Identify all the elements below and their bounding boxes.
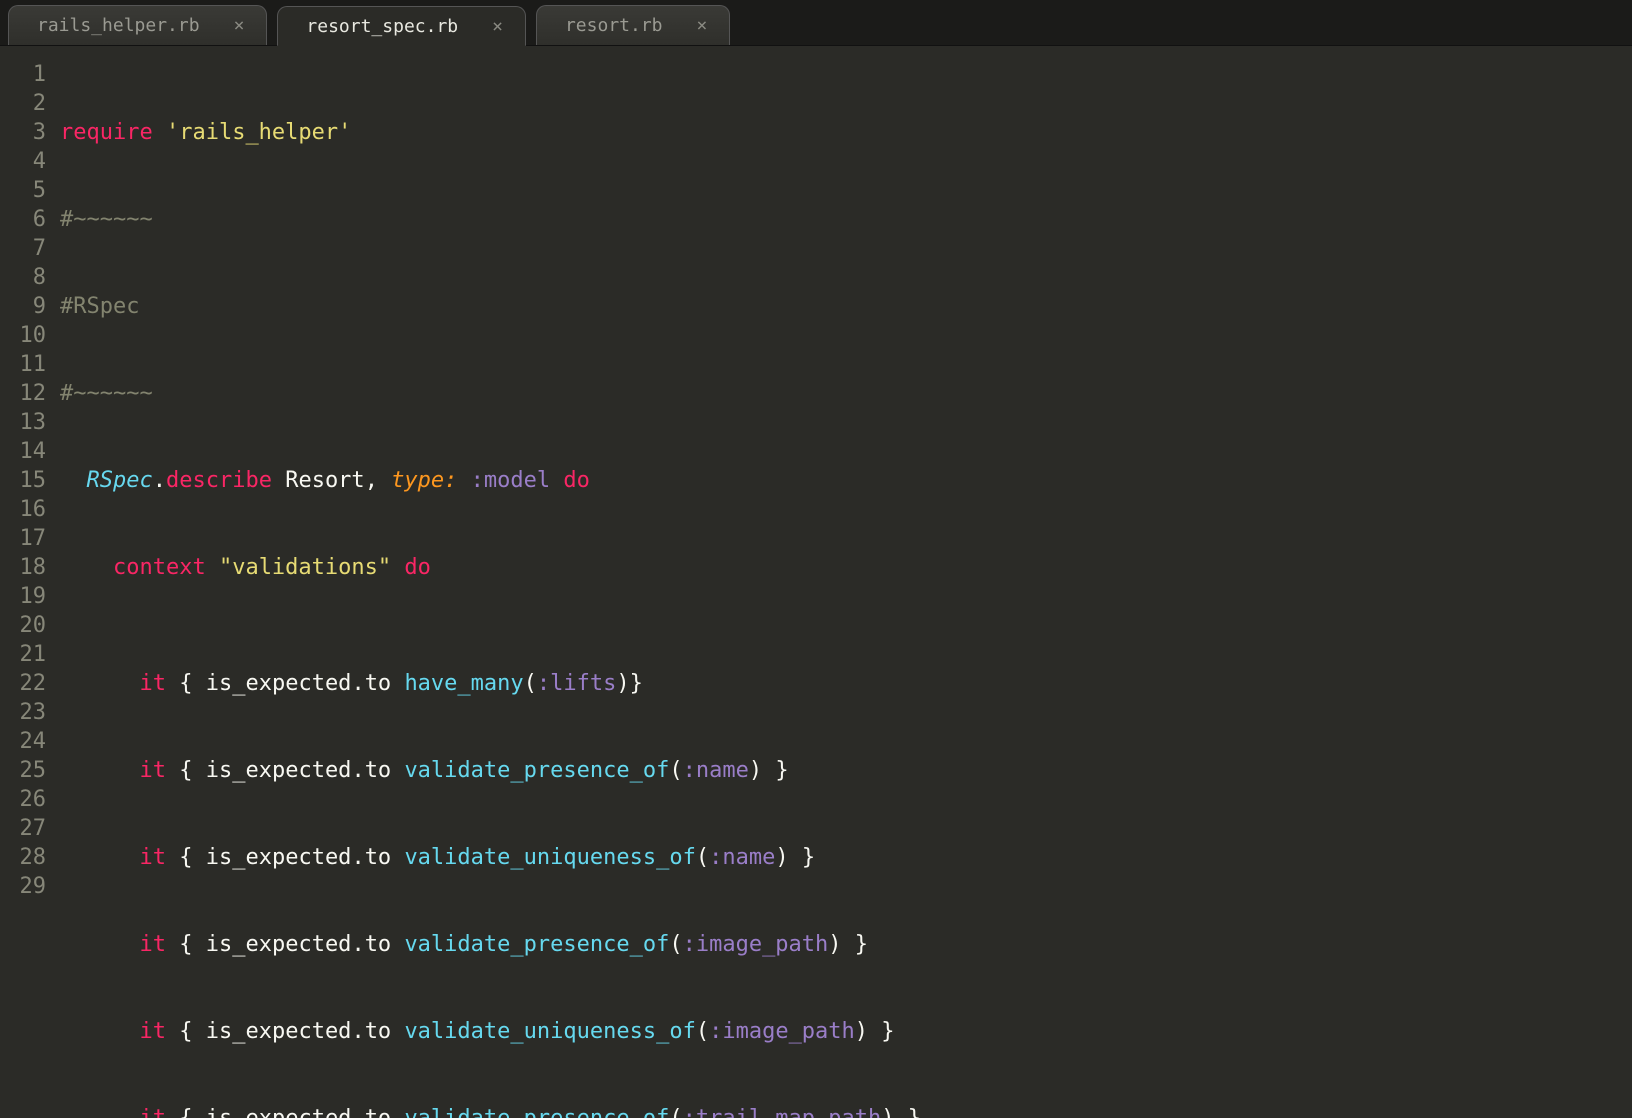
symbol: :image_path: [683, 932, 829, 957]
tab-bar: rails_helper.rb × resort_spec.rb × resor…: [0, 0, 1632, 46]
string-literal: 'rails_helper': [166, 120, 351, 145]
line-number: 21: [0, 640, 46, 669]
line-number: 27: [0, 814, 46, 843]
line-number: 10: [0, 321, 46, 350]
keyword-it: it: [139, 1106, 166, 1118]
keyword-require: require: [60, 120, 153, 145]
line-number: 19: [0, 582, 46, 611]
line-number: 28: [0, 843, 46, 872]
symbol: :model: [471, 468, 550, 493]
code-line[interactable]: it { is_expected.to validate_presence_of…: [60, 756, 1632, 785]
symbol: :name: [683, 758, 749, 783]
comment: #RSpec: [60, 294, 139, 319]
method-call: validate_presence_of: [404, 758, 669, 783]
code-line[interactable]: #RSpec: [60, 292, 1632, 321]
line-number: 29: [0, 872, 46, 901]
method-call: validate_uniqueness_of: [404, 1019, 695, 1044]
tab-rails-helper[interactable]: rails_helper.rb ×: [8, 5, 267, 45]
code-line[interactable]: it { is_expected.to validate_uniqueness_…: [60, 843, 1632, 872]
line-number: 18: [0, 553, 46, 582]
line-number: 13: [0, 408, 46, 437]
code-line[interactable]: it { is_expected.to validate_presence_of…: [60, 930, 1632, 959]
keyword-context: context: [113, 555, 206, 580]
keyword-it: it: [139, 845, 166, 870]
tab-label: rails_helper.rb: [37, 15, 200, 36]
line-number: 4: [0, 147, 46, 176]
code-line[interactable]: #~~~~~~: [60, 205, 1632, 234]
code-editor: rails_helper.rb × resort_spec.rb × resor…: [0, 0, 1632, 1118]
code-line[interactable]: RSpec.describe Resort, type: :model do: [60, 466, 1632, 495]
line-number: 26: [0, 785, 46, 814]
line-number: 1: [0, 60, 46, 89]
identifier: is_expected: [206, 671, 352, 696]
method-call: validate_uniqueness_of: [404, 845, 695, 870]
line-number: 14: [0, 437, 46, 466]
code-line[interactable]: it { is_expected.to validate_presence_of…: [60, 1104, 1632, 1118]
tab-label: resort.rb: [565, 15, 663, 36]
string-literal: "validations": [219, 555, 391, 580]
symbol: :lifts: [537, 671, 616, 696]
tab-resort-spec[interactable]: resort_spec.rb ×: [277, 6, 526, 46]
keyword-it: it: [139, 932, 166, 957]
code-line[interactable]: #~~~~~~: [60, 379, 1632, 408]
method-call: validate_presence_of: [404, 1106, 669, 1118]
comment: #~~~~~~: [60, 207, 153, 232]
kwarg-type: type:: [391, 468, 457, 493]
keyword-do: do: [563, 468, 590, 493]
class-name: Resort: [285, 468, 364, 493]
keyword-it: it: [139, 1019, 166, 1044]
symbol: :image_path: [709, 1019, 855, 1044]
line-number: 9: [0, 292, 46, 321]
code-content[interactable]: require 'rails_helper' #~~~~~~ #RSpec #~…: [60, 60, 1632, 1118]
line-number: 20: [0, 611, 46, 640]
line-number: 8: [0, 263, 46, 292]
line-number: 15: [0, 466, 46, 495]
symbol: :name: [709, 845, 775, 870]
code-line[interactable]: context "validations" do: [60, 553, 1632, 582]
tab-label: resort_spec.rb: [306, 16, 458, 37]
keyword-it: it: [139, 758, 166, 783]
line-number: 17: [0, 524, 46, 553]
method-describe: describe: [166, 468, 272, 493]
tab-resort[interactable]: resort.rb ×: [536, 5, 730, 45]
code-line[interactable]: require 'rails_helper': [60, 118, 1632, 147]
keyword-it: it: [139, 671, 166, 696]
code-area[interactable]: 1234567891011121314151617181920212223242…: [0, 46, 1632, 1118]
identifier: to: [365, 671, 392, 696]
line-number: 23: [0, 698, 46, 727]
code-line[interactable]: it { is_expected.to validate_uniqueness_…: [60, 1017, 1632, 1046]
line-number: 11: [0, 350, 46, 379]
line-number: 22: [0, 669, 46, 698]
line-number-gutter: 1234567891011121314151617181920212223242…: [0, 60, 60, 1118]
close-icon[interactable]: ×: [492, 16, 503, 37]
comment: #~~~~~~: [60, 381, 153, 406]
close-icon[interactable]: ×: [234, 15, 245, 36]
line-number: 6: [0, 205, 46, 234]
line-number: 25: [0, 756, 46, 785]
line-number: 16: [0, 495, 46, 524]
keyword-do: do: [404, 555, 431, 580]
code-line[interactable]: it { is_expected.to have_many(:lifts)}: [60, 669, 1632, 698]
line-number: 7: [0, 234, 46, 263]
line-number: 24: [0, 727, 46, 756]
close-icon[interactable]: ×: [697, 15, 708, 36]
line-number: 3: [0, 118, 46, 147]
method-call: validate_presence_of: [404, 932, 669, 957]
dot: .: [153, 468, 166, 493]
line-number: 5: [0, 176, 46, 205]
symbol: :trail_map_path: [683, 1106, 882, 1118]
line-number: 12: [0, 379, 46, 408]
line-number: 2: [0, 89, 46, 118]
method-call: have_many: [404, 671, 523, 696]
constant-rspec: RSpec: [87, 468, 153, 493]
